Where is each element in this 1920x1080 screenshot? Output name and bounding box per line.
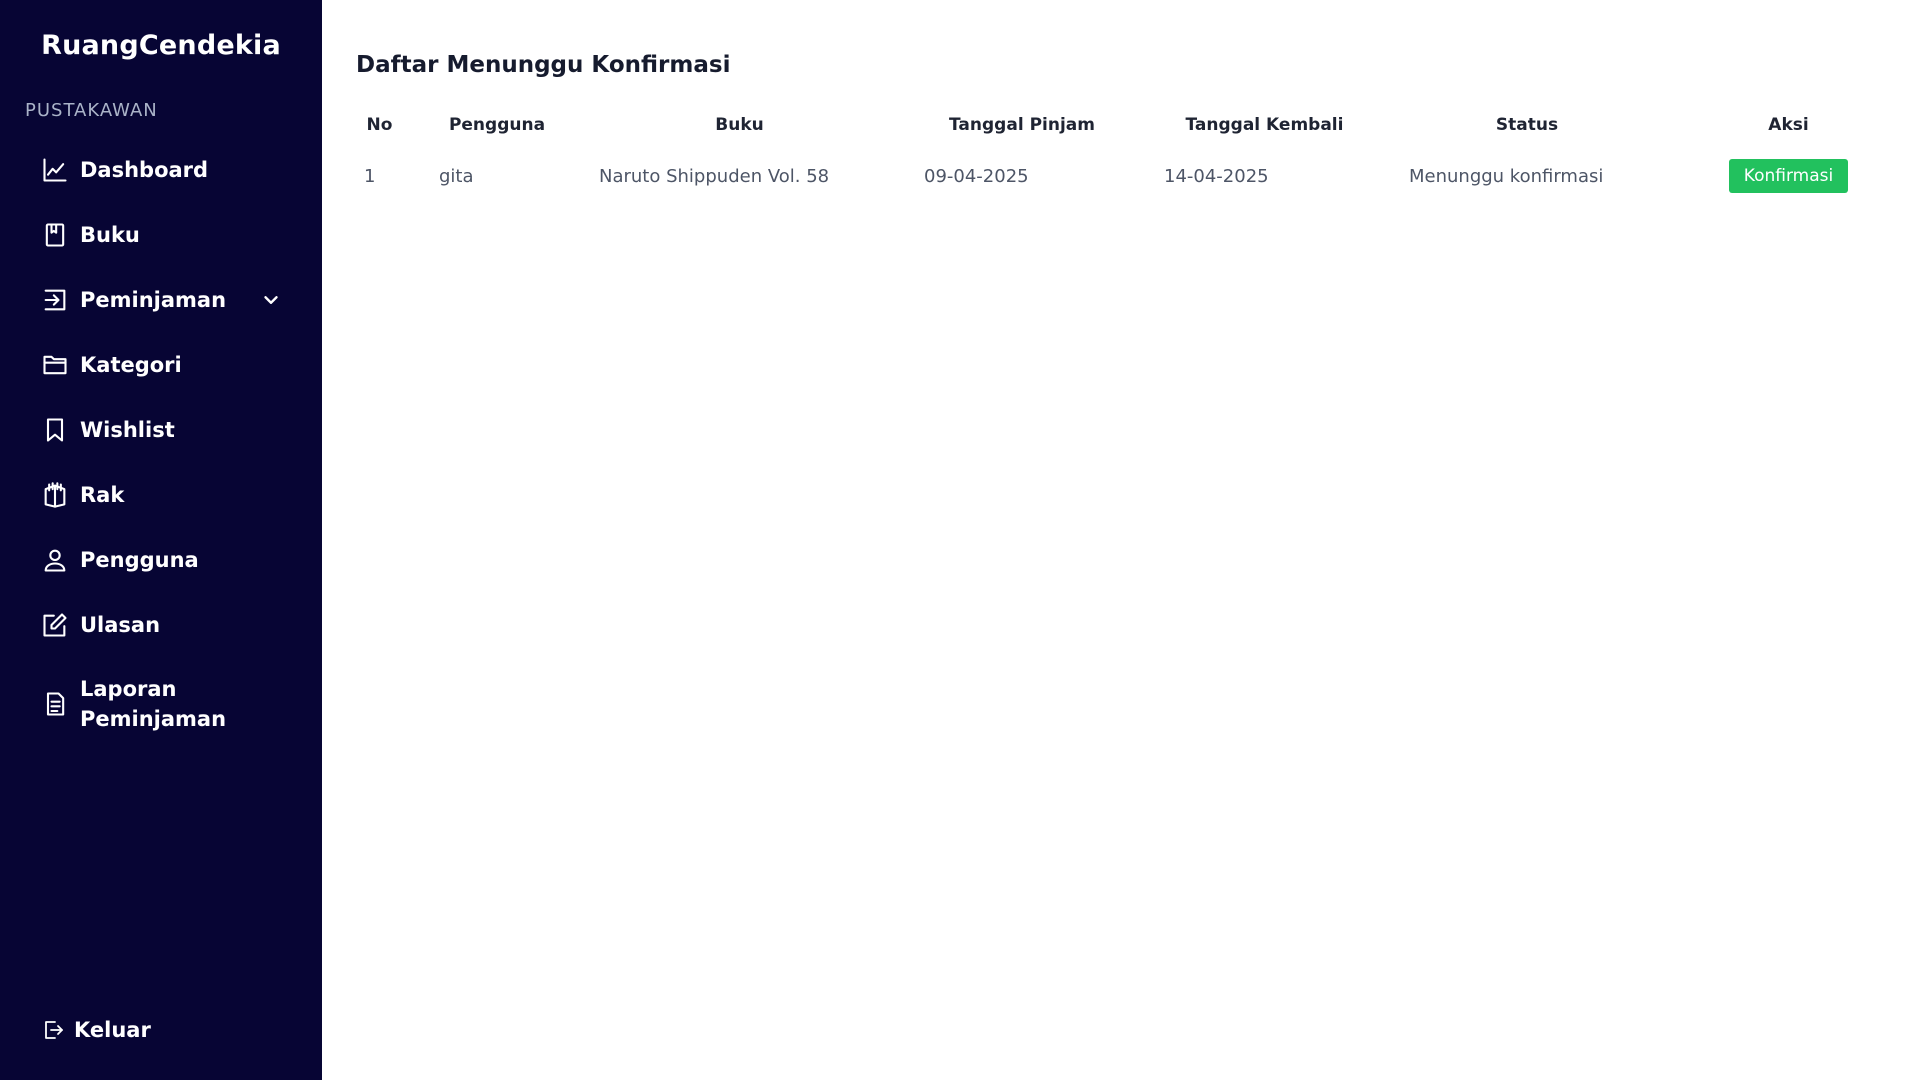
role-label: PUSTAKAWAN — [25, 100, 158, 121]
sidebar: RuangCendekia PUSTAKAWAN Dashboard Buku … — [0, 0, 322, 1080]
cell-status: Menunggu konfirmasi — [1409, 165, 1604, 187]
sidebar-item-pengguna[interactable]: Pengguna — [0, 527, 322, 592]
logout-label: Keluar — [74, 1018, 151, 1042]
sidebar-item-peminjaman[interactable]: Peminjaman — [0, 267, 322, 332]
confirmation-table: No Pengguna Buku Tanggal Pinjam Tanggal … — [342, 104, 1910, 206]
login-arrow-icon — [40, 285, 70, 315]
sidebar-item-label: Kategori — [80, 352, 182, 377]
sidebar-item-ulasan[interactable]: Ulasan — [0, 592, 322, 657]
cell-action: Konfirmasi — [1667, 146, 1910, 206]
folder-icon — [40, 350, 70, 380]
sidebar-item-wishlist[interactable]: Wishlist — [0, 397, 322, 462]
sidebar-item-buku[interactable]: Buku — [0, 202, 322, 267]
column-header-tanggal-kembali[interactable]: Tanggal Kembali — [1142, 104, 1387, 146]
sidebar-nav: Dashboard Buku Peminjaman Kategori Wishl… — [0, 137, 322, 749]
logout-button[interactable]: Keluar — [40, 1015, 151, 1045]
sidebar-item-label: Buku — [80, 222, 140, 247]
column-header-no[interactable]: No — [342, 104, 417, 146]
bookshelf-icon — [40, 480, 70, 510]
edit-icon — [40, 610, 70, 640]
logout-icon — [40, 1017, 66, 1043]
document-icon — [40, 689, 70, 719]
bookmark-icon — [40, 415, 70, 445]
book-icon — [40, 220, 70, 250]
table-header-row: No Pengguna Buku Tanggal Pinjam Tanggal … — [342, 104, 1910, 146]
app-root: RuangCendekia PUSTAKAWAN Dashboard Buku … — [0, 0, 1920, 1080]
chart-line-icon — [40, 155, 70, 185]
sidebar-item-label: Wishlist — [80, 417, 175, 442]
sidebar-item-label: Peminjaman — [80, 287, 227, 312]
sidebar-item-label: Dashboard — [80, 157, 209, 182]
cell-no: 1 — [364, 165, 376, 187]
brand-logo[interactable]: RuangCendekia — [0, 30, 322, 61]
column-header-buku[interactable]: Buku — [577, 104, 902, 146]
chevron-down-icon[interactable] — [260, 289, 282, 311]
sidebar-item-label: Rak — [80, 482, 125, 507]
sidebar-item-label: Ulasan — [80, 612, 161, 637]
table-row: 1 gita Naruto Shippuden Vol. 58 09-04-20… — [342, 146, 1910, 206]
cell-book: Naruto Shippuden Vol. 58 — [599, 165, 830, 187]
main-content: Daftar Menunggu Konfirmasi No Pengguna B… — [322, 0, 1920, 1080]
column-header-status[interactable]: Status — [1387, 104, 1667, 146]
column-header-pengguna[interactable]: Pengguna — [417, 104, 577, 146]
sidebar-item-dashboard[interactable]: Dashboard — [0, 137, 322, 202]
user-icon — [40, 545, 70, 575]
cell-return-date: 14-04-2025 — [1164, 165, 1269, 187]
sidebar-item-kategori[interactable]: Kategori — [0, 332, 322, 397]
column-header-tanggal-pinjam[interactable]: Tanggal Pinjam — [902, 104, 1142, 146]
sidebar-item-label: Pengguna — [80, 547, 199, 572]
column-header-aksi: Aksi — [1768, 115, 1809, 135]
confirm-button[interactable]: Konfirmasi — [1728, 159, 1849, 193]
sidebar-item-laporan-peminjaman[interactable]: Laporan Peminjaman — [0, 659, 322, 749]
cell-borrow-date: 09-04-2025 — [924, 165, 1029, 187]
cell-user: gita — [439, 165, 474, 187]
page-title: Daftar Menunggu Konfirmasi — [356, 52, 731, 78]
sidebar-item-rak[interactable]: Rak — [0, 462, 322, 527]
sidebar-item-label: Laporan Peminjaman — [80, 677, 227, 731]
